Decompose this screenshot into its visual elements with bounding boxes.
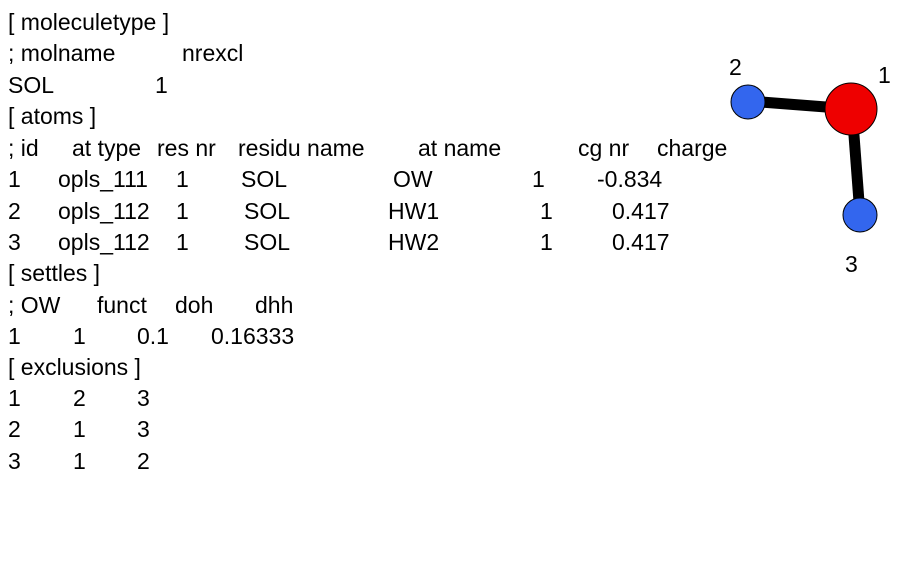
cell: 1 xyxy=(176,229,189,255)
cell: 0.417 xyxy=(612,229,670,255)
cell: 1 xyxy=(8,166,21,192)
column-label: res nr xyxy=(157,135,216,161)
cell: SOL xyxy=(244,198,291,224)
column-label: residu name xyxy=(238,135,365,161)
hydrogen-atom-3 xyxy=(842,197,878,233)
cell: opls_112 xyxy=(58,198,150,224)
cell: 1 xyxy=(73,448,86,474)
column-label: dhh xyxy=(255,292,294,318)
cell: 1 xyxy=(155,72,168,98)
section-header-settles: [ settles ] xyxy=(0,258,700,289)
section-header-moleculetype: [ moleculetype ] xyxy=(0,7,700,38)
section-header-atoms: [ atoms ] xyxy=(0,101,700,132)
column-label: ; OW xyxy=(8,292,61,318)
cell: 2 xyxy=(73,385,86,411)
atoms-columns: ; id at type res nr residu name at name … xyxy=(0,133,727,164)
exclusions-row: 2 1 3 xyxy=(0,414,700,445)
water-molecule-diagram: 1 2 3 xyxy=(729,54,891,277)
column-label: at type xyxy=(72,135,142,161)
atom-label-1: 1 xyxy=(878,62,891,88)
cell: 1 xyxy=(73,416,86,442)
cell: 1 xyxy=(8,385,21,411)
cell: 3 xyxy=(8,448,21,474)
moleculetype-row: SOL 1 xyxy=(0,70,700,101)
hydrogen-atom-2 xyxy=(730,84,766,120)
cell: 2 xyxy=(137,448,150,474)
cell: OW xyxy=(393,166,433,192)
column-label: at name xyxy=(418,135,502,161)
cell: 3 xyxy=(8,229,21,255)
atoms-row: 2 opls_112 1 SOL HW1 1 0.417 xyxy=(0,196,700,227)
exclusions-row: 3 1 2 xyxy=(0,446,700,477)
settles-row: 1 1 0.1 0.16333 xyxy=(0,321,700,352)
section-header-text: [ moleculetype ] xyxy=(8,9,170,35)
cell: -0.834 xyxy=(597,166,663,192)
cell: 1 xyxy=(532,166,545,192)
column-label: doh xyxy=(175,292,214,318)
atom-label-3: 3 xyxy=(845,251,858,277)
atoms-row: 3 opls_112 1 SOL HW2 1 0.417 xyxy=(0,227,700,258)
cell: SOL xyxy=(8,72,55,98)
cell: 2 xyxy=(8,198,21,224)
cell: 1 xyxy=(176,198,189,224)
cell: SOL xyxy=(244,229,291,255)
cell: 1 xyxy=(540,229,553,255)
cell: 3 xyxy=(137,385,150,411)
cell: HW2 xyxy=(388,229,440,255)
cell: opls_112 xyxy=(58,229,150,255)
column-label: cg nr xyxy=(578,135,630,161)
exclusions-row: 1 2 3 xyxy=(0,383,700,414)
column-label: nrexcl xyxy=(182,40,244,66)
section-header-text: [ exclusions ] xyxy=(8,354,141,380)
cell: HW1 xyxy=(388,198,440,224)
cell: 1 xyxy=(73,323,86,349)
cell: 0.16333 xyxy=(211,323,295,349)
cell: 3 xyxy=(137,416,150,442)
column-label: funct xyxy=(97,292,147,318)
moleculetype-columns: ; molname nrexcl xyxy=(0,38,700,69)
cell: opls_111 xyxy=(58,166,148,192)
section-header-text: [ atoms ] xyxy=(8,103,97,129)
cell: SOL xyxy=(241,166,288,192)
cell: 0.417 xyxy=(612,198,670,224)
section-header-exclusions: [ exclusions ] xyxy=(0,352,700,383)
atoms-row: 1 opls_111 1 SOL OW 1 -0.834 xyxy=(0,164,700,195)
cell: 2 xyxy=(8,416,21,442)
cell: 0.1 xyxy=(137,323,169,349)
atom-label-2: 2 xyxy=(729,54,742,80)
cell: 1 xyxy=(176,166,189,192)
cell: 1 xyxy=(8,323,21,349)
settles-columns: ; OW funct doh dhh xyxy=(0,290,700,321)
cell: 1 xyxy=(540,198,553,224)
column-label: ; id xyxy=(8,135,39,161)
section-header-text: [ settles ] xyxy=(8,260,101,286)
oxygen-atom xyxy=(824,82,878,136)
column-label: ; molname xyxy=(8,40,116,66)
